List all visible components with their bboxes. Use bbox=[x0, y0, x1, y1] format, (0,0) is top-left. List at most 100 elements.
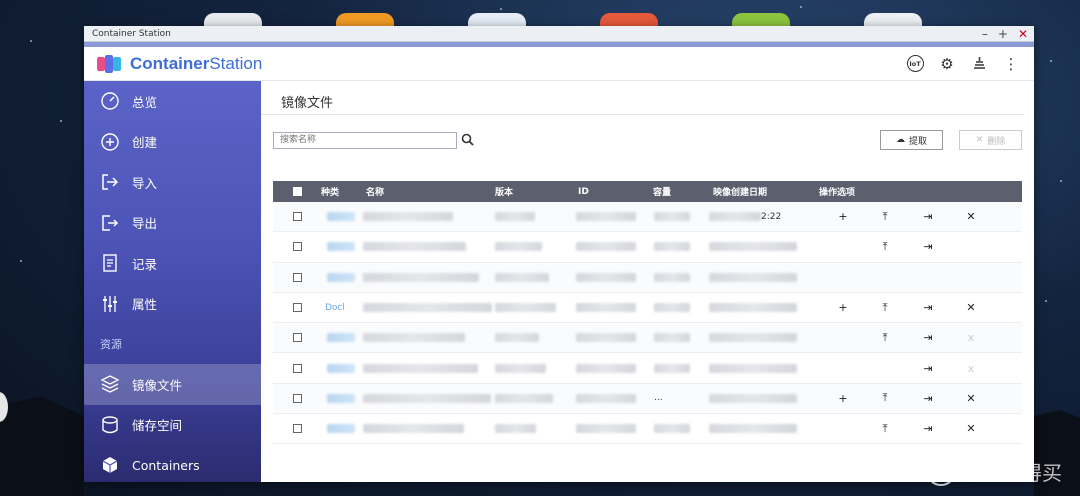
delete-icon[interactable]: ✕ bbox=[964, 391, 978, 405]
delete-icon[interactable] bbox=[964, 270, 978, 284]
add-icon[interactable]: + bbox=[836, 301, 850, 315]
delete-icon[interactable]: ✕ bbox=[964, 210, 978, 224]
table-body: 2:22 + ⤒ ⇥ ✕ ⤒ ⇥ Docl + ⤒ ⇥ ✕ ⤒ ⇥ x ⇥ x... + ⤒ ⇥ ✕ ⤒ ⇥ ✕ bbox=[273, 202, 1022, 445]
table-row[interactable]: ... + ⤒ ⇥ ✕ bbox=[273, 383, 1022, 415]
upload-icon[interactable]: ⤒ bbox=[878, 391, 892, 405]
sidebar: 总览 创建 导入 导出 记录 属性 资源 镜像文件 储存空间 Container… bbox=[84, 81, 261, 482]
export-icon[interactable]: ⇥ bbox=[921, 422, 935, 436]
export-icon[interactable]: ⇥ bbox=[921, 210, 935, 224]
row-checkbox[interactable] bbox=[293, 242, 302, 252]
sidebar-item-overview[interactable]: 总览 bbox=[84, 81, 261, 122]
main-content: 镜像文件 ☁ 提取 ✕ 删除 种类 bbox=[261, 81, 1034, 482]
import-icon bbox=[100, 172, 120, 192]
export-icon[interactable]: ⇥ bbox=[921, 361, 935, 375]
upload-icon[interactable]: ⤒ bbox=[878, 331, 892, 345]
database-icon bbox=[100, 415, 120, 435]
add-icon[interactable]: + bbox=[836, 391, 850, 405]
upload-icon[interactable]: ⤒ bbox=[878, 210, 892, 224]
export-icon[interactable]: ⇥ bbox=[921, 331, 935, 345]
sidebar-item-properties[interactable]: 属性 bbox=[84, 284, 261, 325]
delete-icon[interactable]: ✕ bbox=[964, 301, 978, 315]
upload-icon[interactable] bbox=[878, 361, 892, 375]
table-row[interactable]: Docl + ⤒ ⇥ ✕ bbox=[273, 293, 1022, 324]
table-row[interactable]: ⇥ x bbox=[273, 353, 1022, 384]
export-icon bbox=[100, 213, 120, 233]
delete-icon[interactable]: x bbox=[964, 361, 978, 375]
sidebar-item-logs[interactable]: 记录 bbox=[84, 243, 261, 284]
column-header-type[interactable]: 种类 bbox=[321, 181, 339, 202]
more-vertical-icon[interactable]: ⋮ bbox=[1002, 55, 1020, 73]
sidebar-item-create[interactable]: 创建 bbox=[84, 122, 261, 163]
sidebar-item-containers[interactable]: Containers bbox=[84, 445, 261, 482]
sidebar-item-storage[interactable]: 储存空间 bbox=[84, 405, 261, 446]
add-icon[interactable] bbox=[836, 361, 850, 375]
add-icon[interactable] bbox=[836, 331, 850, 345]
dashboard-icon bbox=[100, 91, 120, 111]
add-icon[interactable] bbox=[836, 422, 850, 436]
minimize-icon[interactable]: – bbox=[982, 27, 988, 41]
delete-icon[interactable]: ✕ bbox=[964, 422, 978, 436]
upload-icon[interactable]: ⤒ bbox=[878, 422, 892, 436]
cube-icon bbox=[100, 455, 120, 475]
row-checkbox[interactable] bbox=[293, 272, 302, 282]
row-checkbox[interactable] bbox=[293, 363, 302, 373]
row-checkbox[interactable] bbox=[293, 393, 302, 403]
column-header-version[interactable]: 版本 bbox=[495, 181, 513, 202]
close-icon: ✕ bbox=[975, 135, 984, 145]
close-icon[interactable]: ✕ bbox=[1018, 27, 1028, 41]
column-header-actions: 操作选项 bbox=[819, 188, 856, 198]
export-icon[interactable]: ⇥ bbox=[921, 240, 935, 254]
sidebar-item-label: 镜像文件 bbox=[132, 377, 183, 393]
toolbar: ☁ 提取 ✕ 删除 bbox=[261, 115, 1034, 155]
image-type-partial: Docl bbox=[325, 302, 345, 313]
pull-button[interactable]: ☁ 提取 bbox=[880, 130, 943, 150]
select-all-checkbox[interactable] bbox=[293, 187, 302, 196]
window-title: Container Station bbox=[92, 28, 171, 39]
delete-icon[interactable]: x bbox=[964, 331, 978, 345]
upload-icon[interactable]: ⤒ bbox=[878, 240, 892, 254]
delete-button[interactable]: ✕ 删除 bbox=[959, 130, 1022, 150]
maximize-icon[interactable]: + bbox=[998, 27, 1008, 41]
column-header-name[interactable]: 名称 bbox=[366, 181, 384, 202]
sidebar-item-label: 储存空间 bbox=[132, 418, 183, 434]
sidebar-item-import[interactable]: 导入 bbox=[84, 162, 261, 203]
table-row[interactable]: ⤒ ⇥ x bbox=[273, 323, 1022, 354]
log-icon bbox=[100, 253, 120, 273]
column-header-size[interactable]: 容量 bbox=[653, 181, 671, 202]
gear-icon[interactable]: ⚙ bbox=[938, 55, 956, 73]
table-row[interactable]: 2:22 + ⤒ ⇥ ✕ bbox=[273, 202, 1022, 233]
table-row[interactable] bbox=[273, 262, 1022, 293]
row-checkbox[interactable] bbox=[293, 424, 302, 434]
table-row[interactable]: ⤒ ⇥ ✕ bbox=[273, 414, 1022, 445]
upload-icon[interactable]: ⤒ bbox=[878, 301, 892, 315]
sidebar-section-resources: 资源 bbox=[100, 338, 122, 351]
images-table: 种类 名称 版本 ID 容量 映像创建日期 操作选项 2:22 + ⤒ ⇥ ✕ ⤒ ⇥ Doc… bbox=[273, 181, 1022, 445]
sidebar-item-label: 属性 bbox=[132, 297, 158, 313]
sidebar-item-images[interactable]: 镜像文件 bbox=[84, 364, 261, 405]
search-input[interactable] bbox=[273, 131, 457, 149]
sidebar-item-label: Containers bbox=[132, 457, 200, 473]
sidebar-item-export[interactable]: 导出 bbox=[84, 203, 261, 244]
stack-icon[interactable] bbox=[970, 55, 988, 73]
iot-icon[interactable]: IoT bbox=[906, 55, 924, 73]
delete-icon[interactable] bbox=[964, 240, 978, 254]
upload-icon[interactable] bbox=[878, 270, 892, 284]
column-header-created[interactable]: 映像创建日期 bbox=[713, 181, 767, 202]
export-icon[interactable]: ⇥ bbox=[921, 391, 935, 405]
table-row[interactable]: ⤒ ⇥ bbox=[273, 232, 1022, 263]
column-header-id[interactable]: ID bbox=[578, 181, 589, 202]
app-logo[interactable]: ContainerStation bbox=[96, 54, 262, 74]
add-icon[interactable]: + bbox=[836, 210, 850, 224]
export-icon[interactable] bbox=[921, 270, 935, 284]
row-checkbox[interactable] bbox=[293, 333, 302, 343]
add-icon[interactable] bbox=[836, 270, 850, 284]
search-icon[interactable] bbox=[461, 131, 474, 150]
add-icon[interactable] bbox=[836, 240, 850, 254]
window-titlebar[interactable]: Container Station – + ✕ bbox=[84, 26, 1034, 42]
export-icon[interactable]: ⇥ bbox=[921, 301, 935, 315]
app-name: ContainerStation bbox=[130, 53, 263, 73]
row-checkbox[interactable] bbox=[293, 303, 302, 313]
table-header: 种类 名称 版本 ID 容量 映像创建日期 操作选项 bbox=[273, 181, 1022, 202]
row-checkbox[interactable] bbox=[293, 212, 302, 222]
image-size-partial: ... bbox=[654, 393, 663, 404]
